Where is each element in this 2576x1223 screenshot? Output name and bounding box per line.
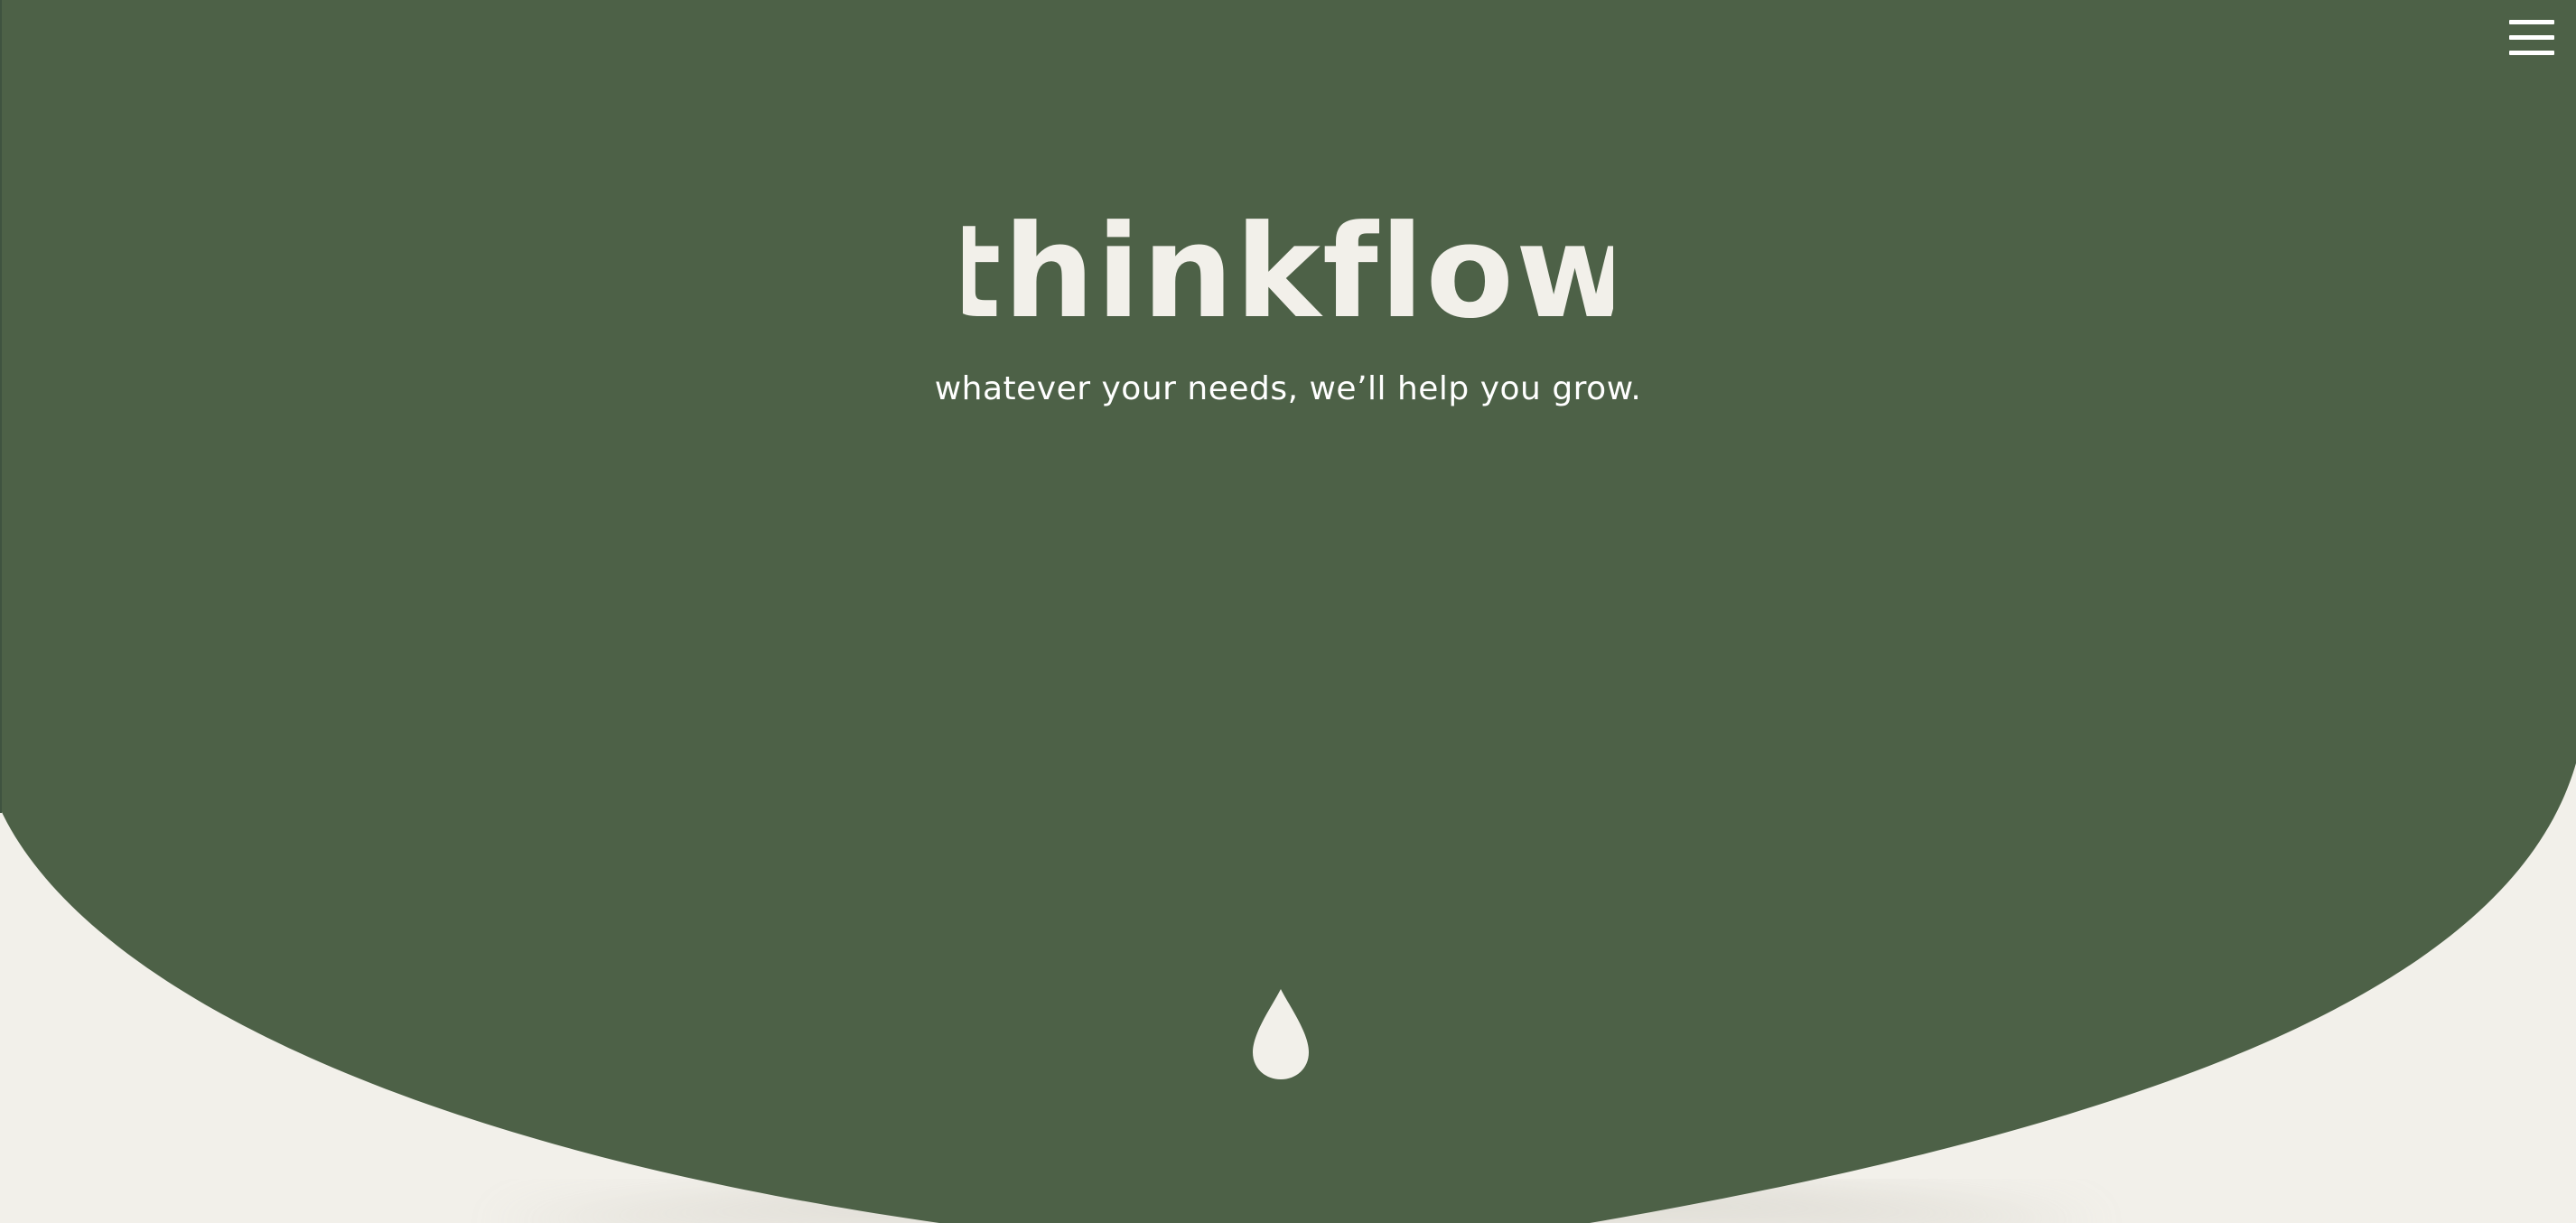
tagline: whatever your needs, we’ll help you grow… — [934, 370, 1642, 407]
hamburger-menu-button[interactable] — [2509, 20, 2554, 60]
menu-bar — [2509, 20, 2554, 24]
water-drop-icon[interactable] — [1253, 989, 1309, 1081]
brand-logo[interactable]: thinkflow — [0, 198, 2576, 348]
menu-bar — [2509, 35, 2554, 40]
page: thinkflow whatever your needs, we’ll hel… — [0, 0, 2576, 1223]
thinkflow-wordmark: thinkflow — [940, 198, 1634, 347]
menu-bar — [2509, 51, 2554, 55]
svg-text:thinkflow: thinkflow — [963, 217, 1613, 343]
